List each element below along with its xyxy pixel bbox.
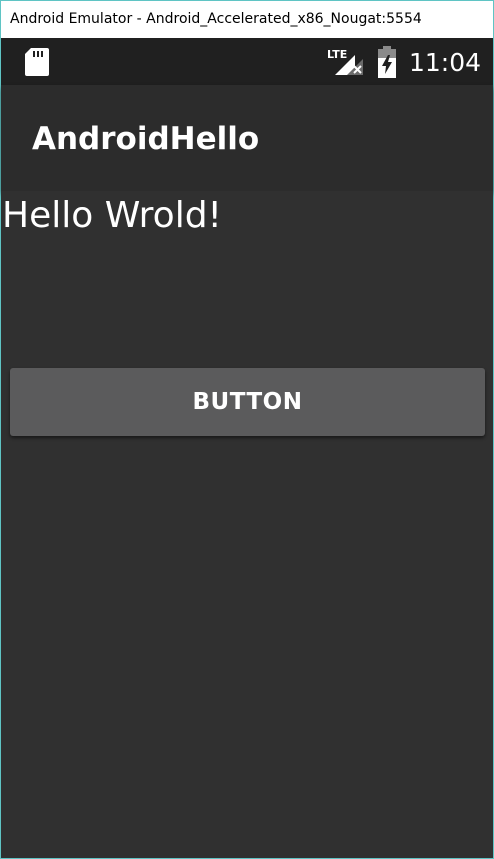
greeting-text: Hello Wrold! [2, 195, 222, 236]
main-button[interactable]: BUTTON [10, 368, 485, 436]
status-bar: LTE 11:04 [1, 38, 493, 85]
window-title: Android Emulator - Android_Accelerated_x… [1, 1, 493, 38]
battery-charging-icon [376, 46, 398, 78]
emulator-window: Android Emulator - Android_Accelerated_x… [0, 0, 494, 859]
sd-card-icon [25, 48, 49, 76]
app-bar: AndroidHello [1, 85, 493, 191]
app-title: AndroidHello [32, 121, 260, 157]
lte-label: LTE [327, 48, 347, 61]
status-clock: 11:04 [409, 48, 482, 77]
main-content: Hello Wrold! BUTTON [1, 191, 493, 858]
lte-signal-icon: LTE [327, 47, 365, 77]
